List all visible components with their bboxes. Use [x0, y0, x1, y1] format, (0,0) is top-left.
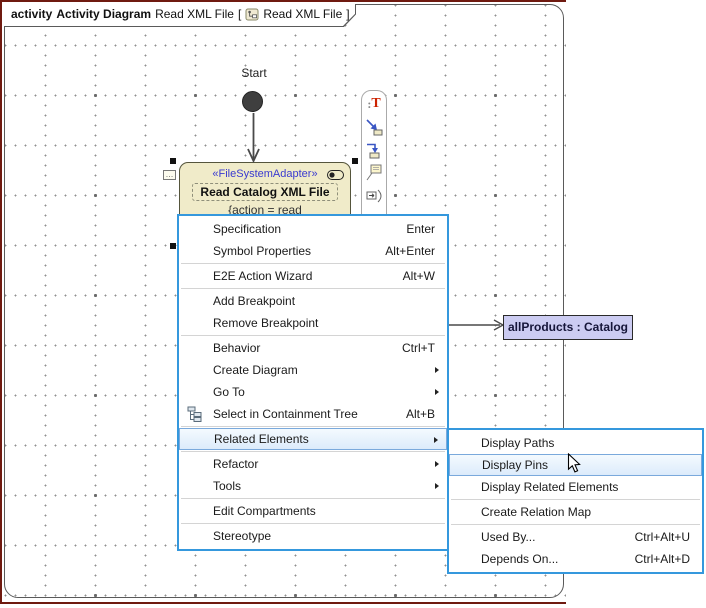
mouse-cursor: [567, 453, 582, 475]
compartment-toggle-button[interactable]: …: [163, 170, 176, 180]
submenu-item-display-paths[interactable]: Display Paths: [449, 432, 702, 454]
selection-handle-top-right[interactable]: [352, 158, 358, 164]
menu-separator: [451, 524, 700, 525]
submenu-arrow-icon: [435, 461, 439, 467]
action-stereotype: «FileSystemAdapter»: [180, 168, 350, 180]
menu-separator: [181, 451, 445, 452]
menu-separator: [181, 288, 445, 289]
shortcut-label: Alt+B: [406, 407, 435, 421]
selection-handle-top-left[interactable]: [170, 158, 176, 164]
initial-node[interactable]: [242, 91, 263, 112]
frame-keyword: activity: [11, 7, 52, 21]
context-menu: Specification Enter Symbol Properties Alt+E…: [177, 214, 449, 551]
shortcut-label: Alt+Enter: [385, 244, 435, 258]
submenu-arrow-icon: [435, 367, 439, 373]
frame-close-bracket: ]: [346, 7, 349, 21]
diagram-frame-header[interactable]: activity Activity Diagram Read XML File …: [4, 4, 356, 27]
submenu-item-label: Display Paths: [481, 436, 690, 450]
diagram-canvas[interactable]: activity Activity Diagram Read XML File …: [0, 0, 706, 608]
start-label: Start: [224, 66, 284, 80]
context-menu-item-label: Related Elements: [214, 432, 434, 446]
context-menu-item-go-to[interactable]: Go To: [179, 381, 447, 403]
submenu-item-label: Create Relation Map: [481, 505, 690, 519]
context-menu-item-label: Behavior: [213, 341, 384, 355]
context-menu-item-edit-compartments[interactable]: Edit Compartments: [179, 500, 447, 522]
submenu-item-label: Used By...: [481, 530, 617, 544]
menu-separator: [181, 263, 445, 264]
menu-separator: [181, 498, 445, 499]
context-menu-item-tools[interactable]: Tools: [179, 475, 447, 497]
submenu-item-depends-on[interactable]: Depends On... Ctrl+Alt+D: [449, 548, 702, 570]
context-menu-item-label: Go To: [213, 385, 435, 399]
context-menu-item-label: Select in Containment Tree: [213, 407, 388, 421]
context-menu-item-stereotype[interactable]: Stereotype: [179, 525, 447, 547]
edit-name-icon[interactable]: :T: [365, 95, 383, 113]
frame-diagram-ref: Read XML File: [263, 7, 342, 21]
context-menu-item-specification[interactable]: Specification Enter: [179, 218, 447, 240]
action-name[interactable]: Read Catalog XML File: [192, 183, 337, 201]
context-menu-item-e2e-action-wizard[interactable]: E2E Action Wizard Alt+W: [179, 265, 447, 287]
containment-tree-icon: [187, 406, 203, 422]
context-menu-item-label: Remove Breakpoint: [213, 316, 435, 330]
selection-handle-bottom-left[interactable]: [170, 243, 176, 249]
object-flow-arrow[interactable]: [440, 318, 506, 332]
shortcut-label: Enter: [406, 222, 435, 236]
context-menu-item-label: Specification: [213, 222, 388, 236]
context-menu-item-label: E2E Action Wizard: [213, 269, 385, 283]
submenu-item-label: Display Related Elements: [481, 480, 690, 494]
shortcut-label: Ctrl+Alt+U: [635, 530, 690, 544]
context-menu-item-label: Symbol Properties: [213, 244, 367, 258]
object-flow-icon[interactable]: [365, 141, 383, 159]
menu-separator: [181, 426, 445, 427]
send-signal-icon[interactable]: [365, 187, 383, 205]
context-menu-item-label: Create Diagram: [213, 363, 435, 377]
frame-open-bracket: [: [238, 7, 241, 21]
submenu-item-used-by[interactable]: Used By... Ctrl+Alt+U: [449, 526, 702, 548]
behavior-indicator-icon: [327, 170, 344, 180]
context-menu-item-refactor[interactable]: Refactor: [179, 453, 447, 475]
menu-separator: [181, 523, 445, 524]
context-menu-item-related-elements[interactable]: Related Elements: [179, 428, 447, 450]
submenu-item-create-relation-map[interactable]: Create Relation Map: [449, 501, 702, 523]
related-elements-submenu: Display Paths Display Pins Display Related…: [447, 428, 704, 574]
control-flow-icon[interactable]: [365, 118, 383, 136]
context-menu-item-label: Refactor: [213, 457, 435, 471]
context-menu-item-select-in-containment-tree[interactable]: Select in Containment Tree Alt+B: [179, 403, 447, 425]
submenu-arrow-icon: [434, 437, 438, 443]
context-menu-item-remove-breakpoint[interactable]: Remove Breakpoint: [179, 312, 447, 334]
submenu-arrow-icon: [435, 389, 439, 395]
context-menu-item-label: Tools: [213, 479, 435, 493]
submenu-arrow-icon: [435, 483, 439, 489]
object-node-allproducts-catalog[interactable]: allProducts : Catalog: [503, 315, 633, 340]
context-menu-item-behavior[interactable]: Behavior Ctrl+T: [179, 337, 447, 359]
menu-separator: [181, 335, 445, 336]
control-flow-arrow[interactable]: [246, 113, 261, 163]
frame-diagram-type: Activity Diagram: [56, 7, 151, 21]
activity-diagram-icon: [245, 8, 259, 21]
context-menu-item-symbol-properties[interactable]: Symbol Properties Alt+Enter: [179, 240, 447, 262]
comment-anchor-icon[interactable]: [365, 164, 383, 182]
submenu-item-display-related-elements[interactable]: Display Related Elements: [449, 476, 702, 498]
context-menu-item-label: Add Breakpoint: [213, 294, 435, 308]
context-menu-item-label: Stereotype: [213, 529, 435, 543]
submenu-item-label: Depends On...: [481, 552, 617, 566]
shortcut-label: Ctrl+Alt+D: [635, 552, 690, 566]
submenu-item-label: Display Pins: [482, 458, 689, 472]
frame-diagram-name: Read XML File: [155, 7, 234, 21]
menu-separator: [451, 499, 700, 500]
context-menu-item-add-breakpoint[interactable]: Add Breakpoint: [179, 290, 447, 312]
context-menu-item-label: Edit Compartments: [213, 504, 435, 518]
shortcut-label: Ctrl+T: [402, 341, 435, 355]
diagram-frame-header-text: activity Activity Diagram Read XML File …: [11, 7, 350, 21]
shortcut-label: Alt+W: [403, 269, 435, 283]
context-menu-item-create-diagram[interactable]: Create Diagram: [179, 359, 447, 381]
